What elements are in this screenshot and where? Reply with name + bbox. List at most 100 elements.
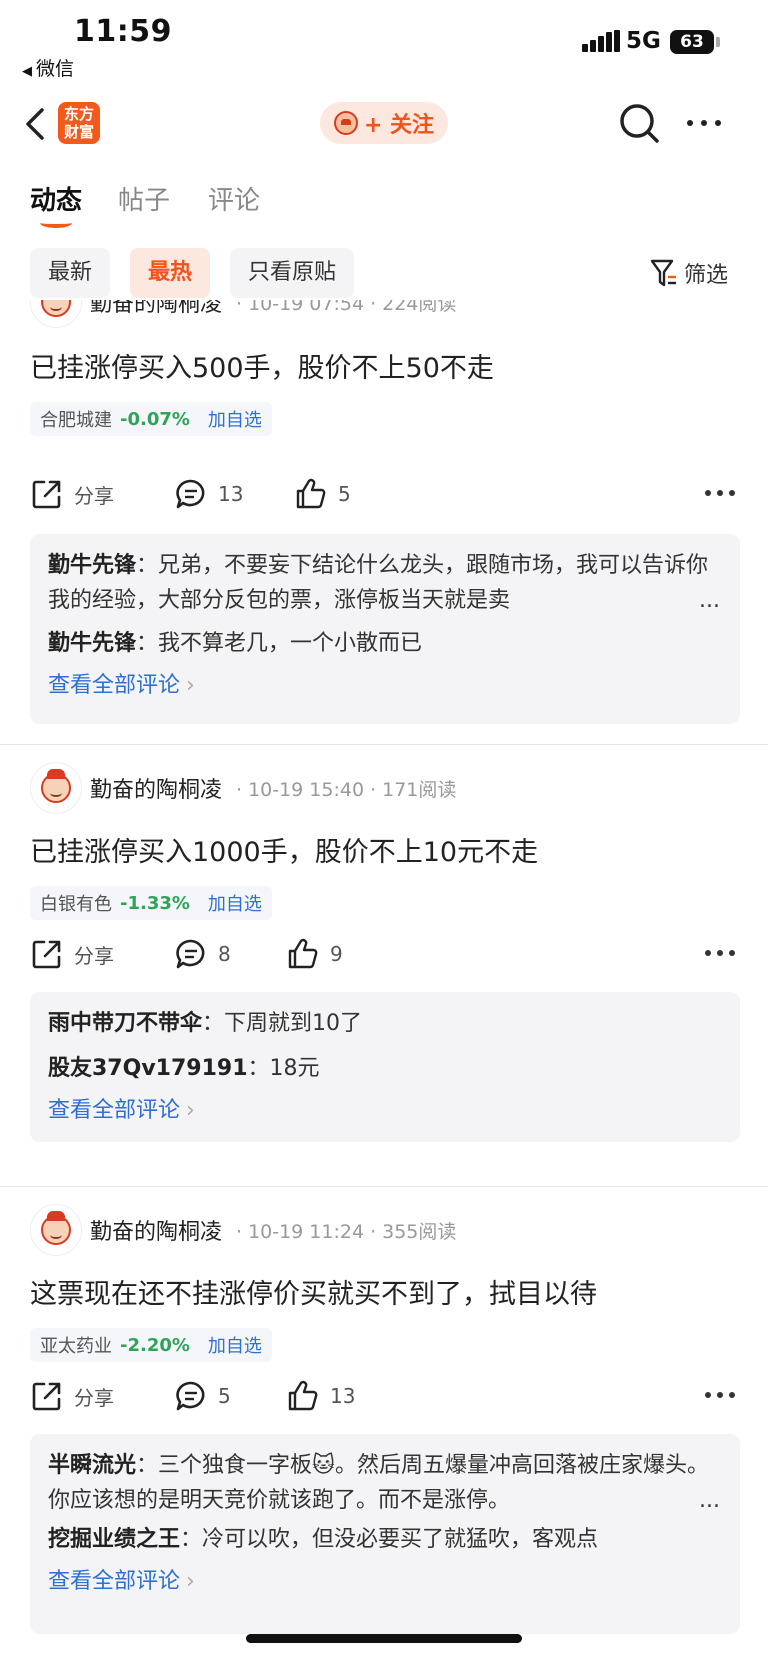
comment-preview: 勤牛先锋：兄弟，不要妄下结论什么龙头，跟随市场，我可以告诉你我的经验，大部分反包…	[30, 534, 740, 724]
network-type: 5G	[626, 28, 661, 54]
author-name[interactable]: 勤奋的陶桐凌	[90, 772, 222, 804]
share-label: 分享	[74, 483, 114, 508]
filter-latest[interactable]: 最新	[30, 248, 111, 298]
post-actions: 分享 13 5	[30, 472, 740, 516]
comment-icon	[176, 1381, 205, 1411]
comment-item[interactable]: 勤牛先锋：我不算老几，一个小散而已	[48, 626, 722, 661]
chevron-right-icon: ›	[186, 1098, 195, 1123]
thumbs-up-icon	[288, 938, 318, 969]
post-more-icon[interactable]	[702, 476, 738, 510]
battery-icon: 63	[670, 30, 714, 54]
back-arrow-icon[interactable]	[22, 104, 52, 144]
share-icon	[32, 1382, 61, 1411]
add-watchlist-link[interactable]: 加自选	[208, 406, 262, 432]
stock-name: 亚太药业	[40, 1336, 112, 1357]
stock-tag[interactable]: 合肥城建 -0.07% 加自选	[30, 402, 272, 436]
comment-item[interactable]: 雨中带刀不带伞：下周就到10了	[48, 1006, 722, 1041]
follow-button[interactable]: + 关注	[320, 102, 448, 144]
view-all-label: 查看全部评论	[48, 673, 181, 698]
tab-comments[interactable]: 评论	[208, 180, 260, 217]
view-all-comments-link[interactable]: 查看全部评论 ›	[48, 667, 195, 699]
top-nav: 东方财富 + 关注	[0, 90, 768, 160]
post-more-icon[interactable]	[702, 936, 738, 970]
post-meta: · 10-19 07:54 · 224阅读	[230, 300, 456, 316]
stock-tag[interactable]: 白银有色 -1.33% 加自选	[30, 886, 272, 920]
post-meta: · 10-19 15:40 · 171阅读	[236, 778, 457, 801]
post-actions: 分享 5 13	[30, 1374, 740, 1418]
post-actions: 分享 8 9	[30, 932, 740, 976]
stock-change: -0.07%	[120, 408, 190, 430]
filter-original-only[interactable]: 只看原贴	[230, 248, 355, 298]
view-all-label: 查看全部评论	[48, 1569, 181, 1594]
post-divider	[0, 744, 768, 745]
commenter-name: 勤牛先锋	[48, 631, 137, 656]
tab-posts[interactable]: 帖子	[118, 180, 170, 217]
post-meta: · 10-19 11:24 · 355阅读	[236, 1220, 457, 1243]
thumbs-up-icon	[288, 1380, 318, 1411]
more-menu-icon[interactable]	[684, 102, 724, 144]
share-button[interactable]: 分享	[30, 1374, 114, 1418]
author-avatar[interactable]	[30, 300, 82, 328]
filter-label: 筛选	[684, 263, 729, 288]
share-button[interactable]: 分享	[30, 472, 114, 516]
like-button[interactable]: 9	[286, 932, 343, 976]
filter-bar: 最新 最热 只看原贴 筛选	[0, 248, 768, 300]
signal-icon	[582, 30, 620, 52]
thumbs-up-icon	[296, 478, 326, 509]
view-all-comments-link[interactable]: 查看全部评论 ›	[48, 1563, 195, 1595]
chevron-right-icon: ›	[186, 1569, 195, 1594]
add-watchlist-link[interactable]: 加自选	[208, 1332, 262, 1358]
comment-ellipsis: ...	[699, 1488, 720, 1513]
like-count: 13	[330, 1384, 356, 1408]
comment-button[interactable]: 13	[174, 472, 243, 516]
active-tab-indicator	[40, 218, 72, 228]
filter-hottest[interactable]: 最热	[130, 248, 211, 298]
comment-item[interactable]: 半瞬流光：三个独食一字板🐱。然后周五爆量冲高回落被庄家爆头。你应该想的是明天竞价…	[48, 1448, 722, 1518]
post-title[interactable]: 这票现在还不挂涨停价买就买不到了，拭目以待	[30, 1272, 597, 1311]
post-card: 勤奋的陶桐凌 · 10-19 11:24 · 355阅读 这票现在还不挂涨停价买就买不…	[0, 1202, 768, 1662]
post-divider	[0, 1186, 768, 1187]
share-button[interactable]: 分享	[30, 932, 114, 976]
comment-button[interactable]: 8	[174, 932, 231, 976]
view-all-comments-link[interactable]: 查看全部评论 ›	[48, 1092, 195, 1124]
post-header: 勤奋的陶桐凌 · 10-19 11:24 · 355阅读	[30, 1202, 456, 1258]
view-all-label: 查看全部评论	[48, 1098, 181, 1123]
chevron-right-icon: ›	[186, 673, 195, 698]
funnel-icon	[650, 259, 676, 287]
filter-button[interactable]: 筛选	[650, 256, 728, 290]
stock-change: -1.33%	[120, 892, 190, 914]
comment-count: 8	[218, 942, 231, 966]
home-indicator[interactable]	[246, 1634, 522, 1643]
comment-item[interactable]: 挖掘业绩之王：冷可以吹，但没必要买了就猛吹，客观点	[48, 1522, 722, 1557]
author-avatar[interactable]	[30, 1204, 82, 1256]
commenter-name: 勤牛先锋	[48, 553, 137, 578]
stock-change: -2.20%	[120, 1334, 190, 1356]
post-header: 勤奋的陶桐凌 · 10-19 07:54 · 224阅读	[30, 300, 456, 330]
stock-tag[interactable]: 亚太药业 -2.20% 加自选	[30, 1328, 272, 1362]
stock-name: 白银有色	[40, 894, 112, 915]
post-reads: 355阅读	[382, 1220, 457, 1243]
author-avatar[interactable]	[30, 762, 82, 814]
comment-item[interactable]: 股友37Qv179191：18元	[48, 1051, 722, 1086]
commenter-name: 半瞬流光	[48, 1453, 137, 1478]
author-name[interactable]: 勤奋的陶桐凌	[90, 300, 222, 318]
comment-item[interactable]: 勤牛先锋：兄弟，不要妄下结论什么龙头，跟随市场，我可以告诉你我的经验，大部分反包…	[48, 548, 722, 618]
share-label: 分享	[74, 943, 114, 968]
post-header: 勤奋的陶桐凌 · 10-19 15:40 · 171阅读	[30, 760, 456, 816]
comment-text: 下周就到10了	[224, 1011, 363, 1036]
author-name[interactable]: 勤奋的陶桐凌	[90, 1214, 222, 1246]
back-to-wechat-link[interactable]: ◀ 微信	[22, 54, 74, 81]
like-count: 9	[330, 942, 343, 966]
post-title[interactable]: 已挂涨停买入500手，股价不上50不走	[30, 346, 494, 385]
like-button[interactable]: 5	[294, 472, 351, 516]
battery-cap	[716, 37, 720, 47]
post-date: 10-19 15:40	[248, 778, 365, 801]
add-watchlist-link[interactable]: 加自选	[208, 890, 262, 916]
tab-dynamics[interactable]: 动态	[30, 180, 82, 217]
comment-button[interactable]: 5	[174, 1374, 231, 1418]
post-title[interactable]: 已挂涨停买入1000手，股价不上10元不走	[30, 830, 538, 869]
post-more-icon[interactable]	[702, 1378, 738, 1412]
post-reads: 171阅读	[382, 778, 457, 801]
search-icon[interactable]	[618, 102, 660, 144]
like-button[interactable]: 13	[286, 1374, 355, 1418]
